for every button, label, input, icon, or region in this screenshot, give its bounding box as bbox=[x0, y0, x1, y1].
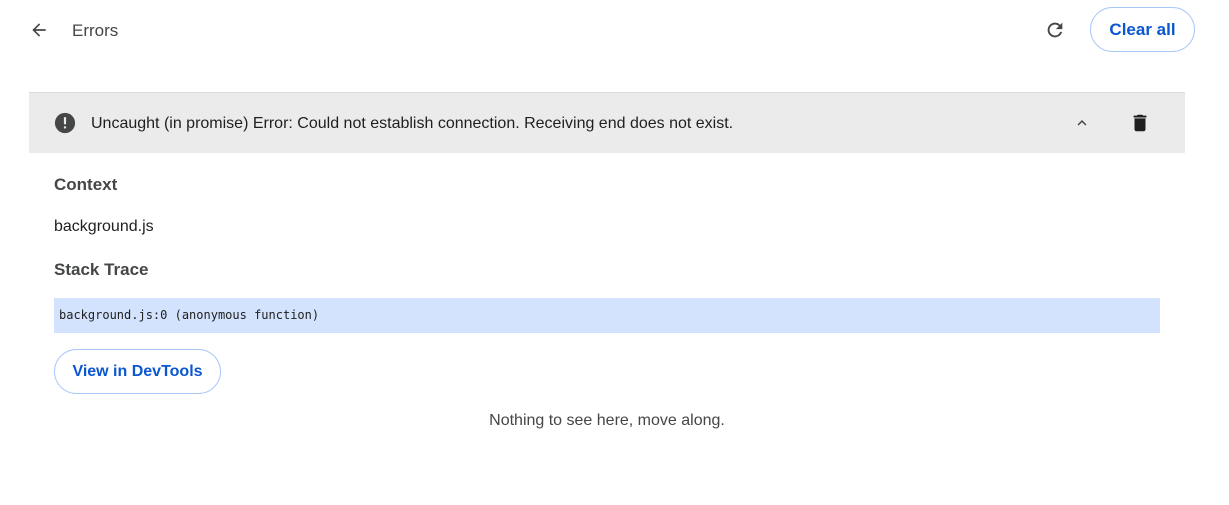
view-in-devtools-button[interactable]: View in DevTools bbox=[54, 349, 221, 394]
arrow-back-icon bbox=[32, 23, 46, 37]
back-button[interactable] bbox=[24, 15, 54, 45]
delete-error-button[interactable] bbox=[1126, 109, 1154, 137]
stack-trace-heading: Stack Trace bbox=[54, 260, 149, 279]
error-exclamation-icon bbox=[54, 112, 76, 134]
empty-message: Nothing to see here, move along. bbox=[489, 412, 725, 429]
context-value: background.js bbox=[54, 218, 154, 235]
reload-icon bbox=[1047, 22, 1063, 38]
error-header[interactable]: Uncaught (in promise) Error: Could not e… bbox=[29, 92, 1185, 153]
reload-button[interactable] bbox=[1040, 15, 1070, 45]
page-title: Errors bbox=[72, 21, 119, 40]
trash-icon bbox=[1133, 114, 1147, 132]
context-heading: Context bbox=[54, 175, 118, 194]
top-bar: Errors Clear all bbox=[0, 0, 1229, 62]
chevron-up-icon bbox=[1077, 120, 1087, 126]
error-message: Uncaught (in promise) Error: Could not e… bbox=[91, 115, 734, 132]
clear-all-button[interactable]: Clear all bbox=[1090, 7, 1195, 52]
collapse-button[interactable] bbox=[1068, 109, 1096, 137]
stack-frame[interactable]: background.js:0 (anonymous function) bbox=[54, 298, 1160, 333]
